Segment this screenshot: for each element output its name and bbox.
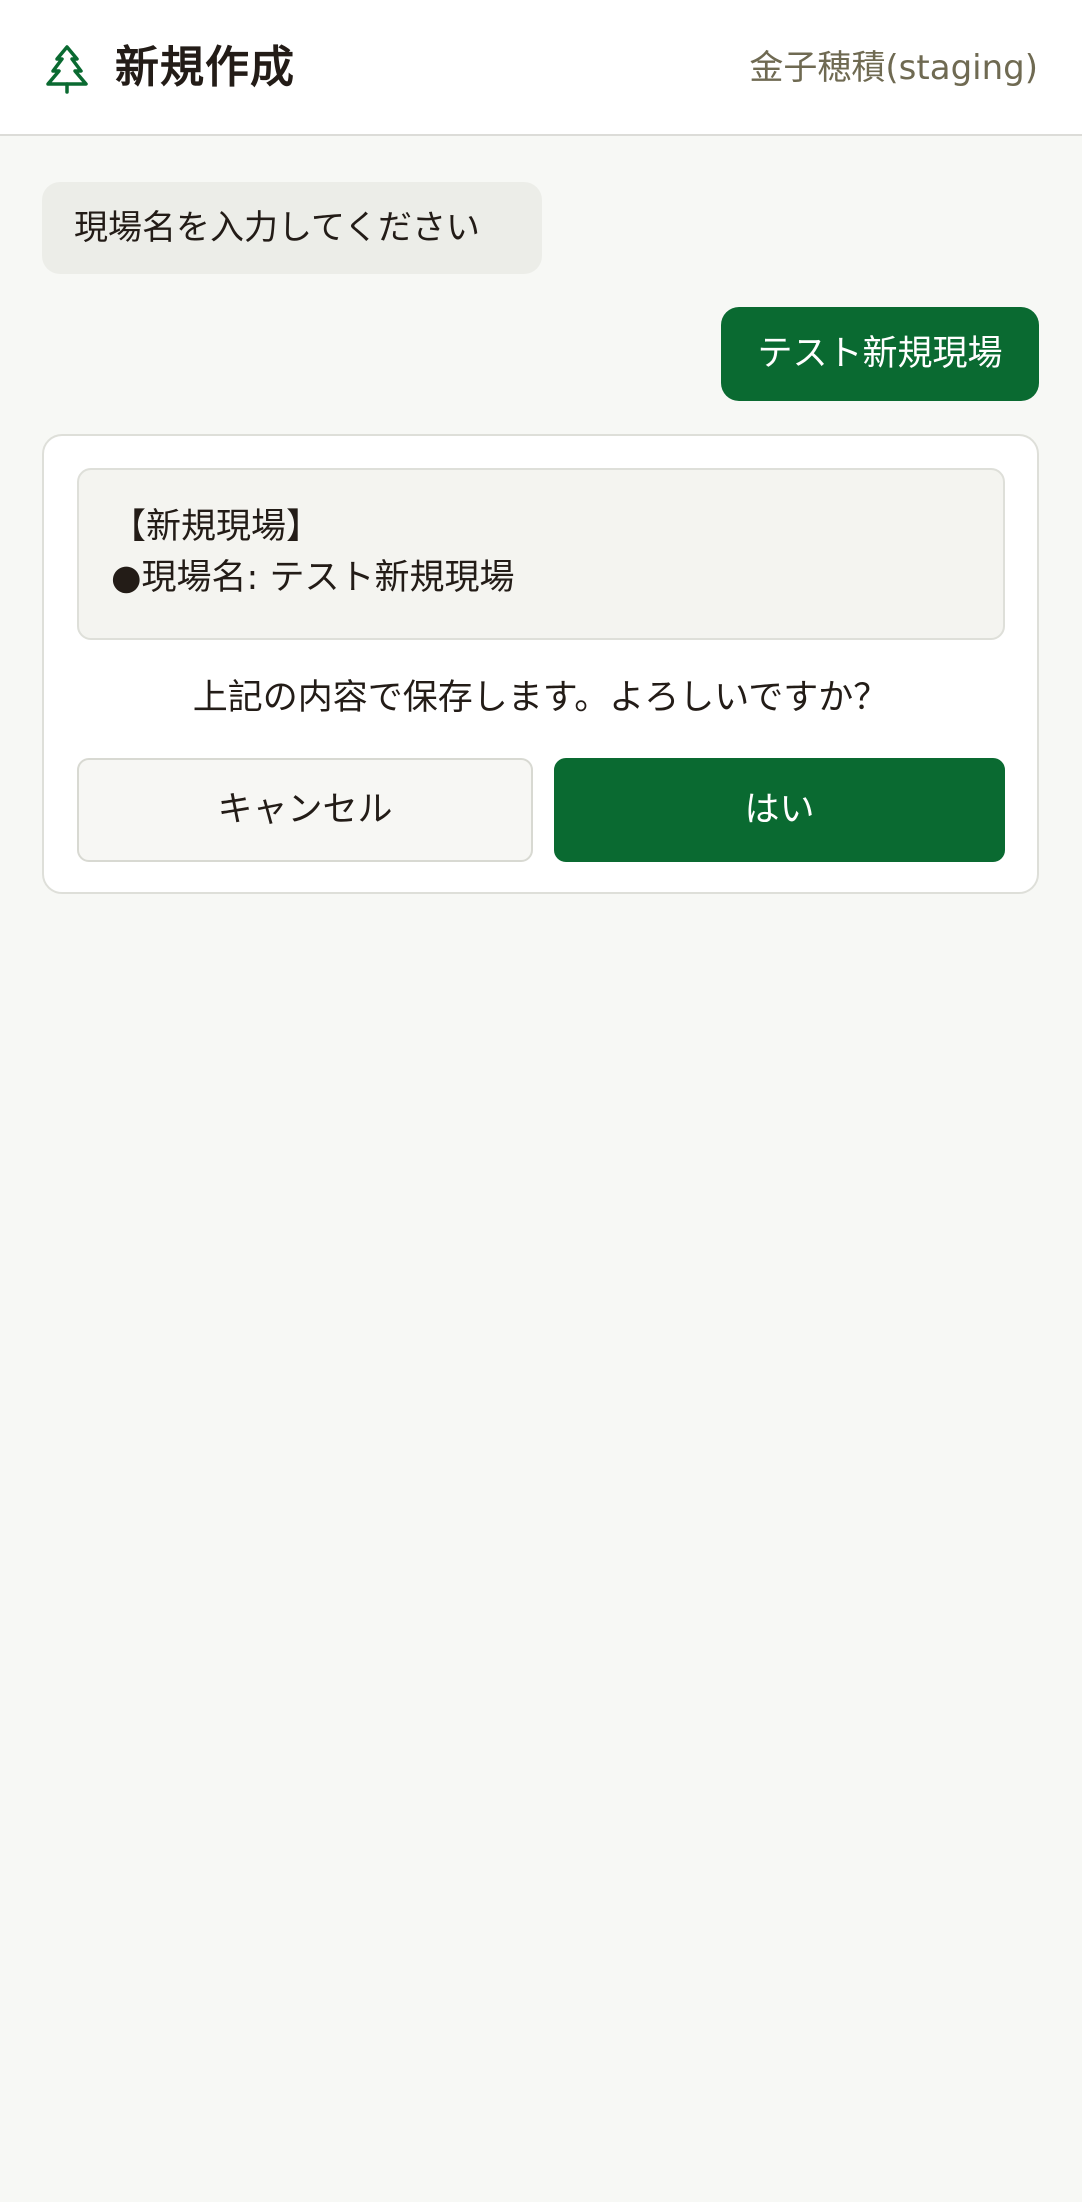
bot-message-bubble: 現場名を入力してください xyxy=(42,182,542,274)
yes-button[interactable]: はい xyxy=(554,758,1005,862)
tree-icon xyxy=(44,44,90,94)
user-message-bubble: テスト新規現場 xyxy=(721,307,1039,401)
confirmation-card: 【新規現場】 ●現場名: テスト新規現場 上記の内容で保存します。よろしいですか… xyxy=(42,434,1039,894)
app-header: 新規作成 金子穂積(staging) xyxy=(0,0,1082,136)
summary-heading: 【新規現場】 xyxy=(111,507,322,547)
cancel-button[interactable]: キャンセル xyxy=(77,758,533,862)
summary-site-name: ●現場名: テスト新規現場 xyxy=(111,558,515,598)
page-title: 新規作成 xyxy=(115,42,295,93)
user-name[interactable]: 金子穂積(staging) xyxy=(749,44,1038,92)
summary-box: 【新規現場】 ●現場名: テスト新規現場 xyxy=(77,468,1005,640)
confirmation-question: 上記の内容で保存します。よろしいですか？ xyxy=(192,678,889,718)
